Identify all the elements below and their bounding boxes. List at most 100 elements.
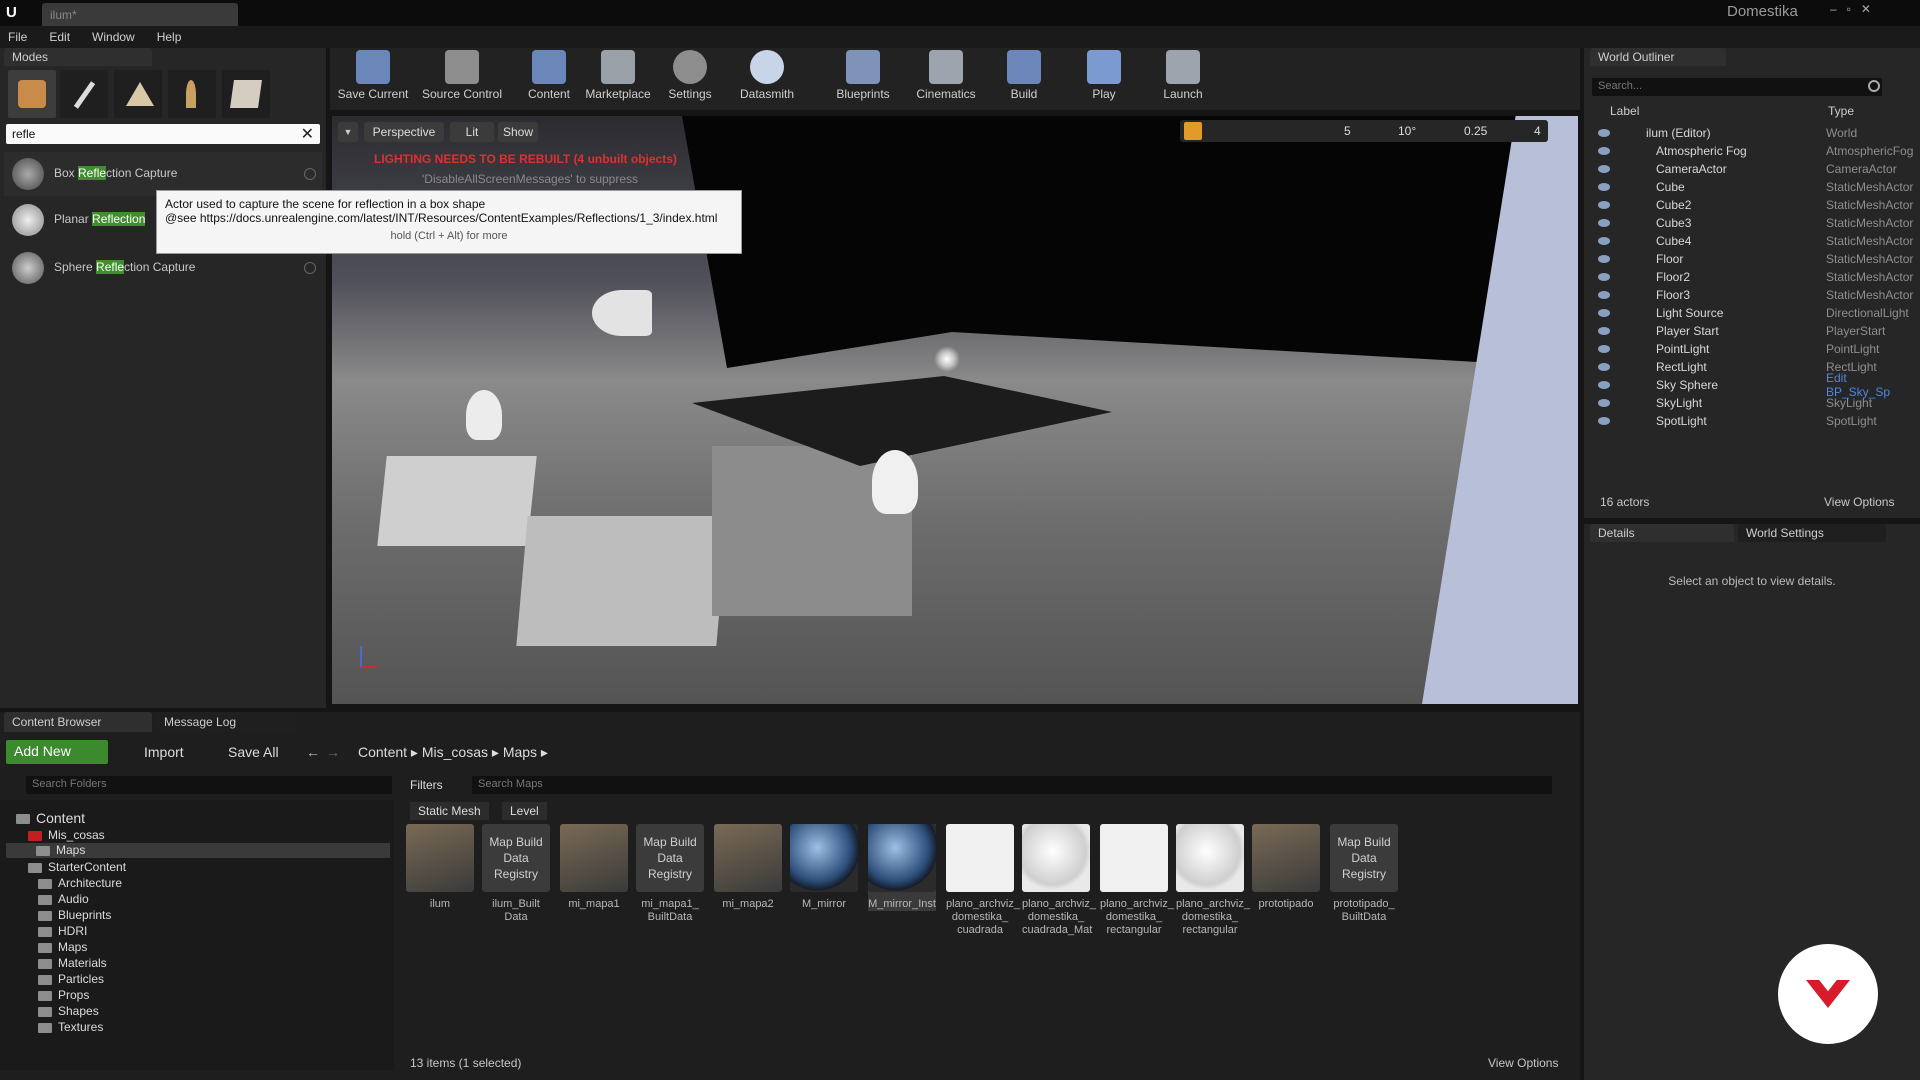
outliner-row[interactable]: Cube StaticMeshActor: [1584, 178, 1914, 196]
tree-item-hdri[interactable]: HDRI: [38, 924, 87, 938]
tree-item-maps[interactable]: Maps: [38, 940, 87, 954]
tree-item-starter-content[interactable]: StarterContent: [28, 860, 126, 874]
tree-item-content[interactable]: Content: [16, 810, 85, 826]
tree-item-shapes[interactable]: Shapes: [38, 1004, 99, 1018]
asset-tile[interactable]: mi_mapa1: [560, 824, 628, 911]
visibility-eye-icon[interactable]: [1598, 147, 1610, 155]
camera-speed-value[interactable]: 4: [1534, 124, 1541, 138]
filter-chip-static-mesh[interactable]: Static Mesh: [410, 802, 489, 820]
cinematics-button[interactable]: Cinematics: [912, 50, 980, 106]
viewport-options-button[interactable]: ▼: [338, 122, 358, 142]
tree-item-props[interactable]: Props: [38, 988, 89, 1002]
visibility-eye-icon[interactable]: [1598, 129, 1610, 137]
visibility-eye-icon[interactable]: [1598, 183, 1610, 191]
menu-file[interactable]: File: [8, 30, 27, 44]
modes-search-field[interactable]: refle ✕: [6, 124, 320, 144]
rotation-snap-value[interactable]: 10°: [1398, 124, 1416, 138]
breadcrumb-maps[interactable]: Maps: [503, 744, 537, 760]
settings-button[interactable]: Settings: [660, 50, 720, 106]
asset-tile[interactable]: plano_archviz_ domestika_ rectangular: [1100, 824, 1174, 937]
outliner-row[interactable]: Floor3 StaticMeshActor: [1584, 286, 1914, 304]
tree-item-mis-cosas[interactable]: Mis_cosas: [28, 828, 105, 842]
launch-button[interactable]: Launch: [1158, 50, 1208, 106]
search-folders-input[interactable]: Search Folders: [26, 776, 392, 794]
world-settings-tab[interactable]: World Settings: [1738, 524, 1886, 542]
asset-tile[interactable]: ilum: [406, 824, 474, 911]
mode-paint-button[interactable]: [60, 70, 108, 118]
visibility-eye-icon[interactable]: [1598, 345, 1610, 353]
tree-item-particles[interactable]: Particles: [38, 972, 104, 986]
outliner-row[interactable]: Cube3 StaticMeshActor: [1584, 214, 1914, 232]
level-tab[interactable]: ilum*: [42, 3, 238, 26]
asset-tile[interactable]: M_mirror_Inst: [868, 824, 936, 911]
content-view-options-button[interactable]: View Options: [1488, 1056, 1558, 1070]
perspective-button[interactable]: Perspective: [364, 122, 444, 142]
visibility-eye-icon[interactable]: [1598, 165, 1610, 173]
visibility-eye-icon[interactable]: [1598, 237, 1610, 245]
outliner-row[interactable]: Floor StaticMeshActor: [1584, 250, 1914, 268]
mode-place-button[interactable]: [8, 70, 56, 118]
asset-tile[interactable]: plano_archviz_ domestika_ rectangular: [1176, 824, 1250, 937]
content-browser-tab[interactable]: Content Browser: [4, 712, 152, 732]
show-button[interactable]: Show: [498, 122, 538, 142]
breadcrumb-content[interactable]: Content: [358, 744, 407, 760]
help-icon[interactable]: [304, 262, 316, 274]
modes-tab[interactable]: Modes: [4, 48, 152, 66]
datasmith-button[interactable]: Datasmith: [732, 50, 802, 106]
filter-chip-level[interactable]: Level: [502, 802, 547, 820]
tree-item-audio[interactable]: Audio: [38, 892, 89, 906]
outliner-row[interactable]: Player Start PlayerStart: [1584, 322, 1914, 340]
menu-window[interactable]: Window: [92, 30, 135, 44]
blueprints-button[interactable]: Blueprints: [830, 50, 896, 106]
outliner-row[interactable]: Cube2 StaticMeshActor: [1584, 196, 1914, 214]
domestika-badge-icon[interactable]: [1778, 944, 1878, 1044]
menu-help[interactable]: Help: [157, 30, 182, 44]
outliner-row[interactable]: SkyLight SkyLight: [1584, 394, 1914, 412]
visibility-eye-icon[interactable]: [1598, 417, 1610, 425]
breadcrumb-mis-cosas[interactable]: Mis_cosas: [422, 744, 488, 760]
search-maps-input[interactable]: Search Maps: [472, 776, 1552, 794]
visibility-eye-icon[interactable]: [1598, 291, 1610, 299]
lit-button[interactable]: Lit: [450, 122, 494, 142]
window-controls[interactable]: –▫✕: [1830, 2, 1914, 16]
message-log-tab[interactable]: Message Log: [156, 712, 296, 732]
marketplace-button[interactable]: Marketplace: [582, 50, 654, 106]
details-tab[interactable]: Details: [1590, 524, 1734, 542]
menu-edit[interactable]: Edit: [49, 30, 70, 44]
build-button[interactable]: Build: [1000, 50, 1048, 106]
filters-button[interactable]: Filters: [410, 778, 443, 792]
import-button[interactable]: Import: [144, 744, 184, 760]
content-button[interactable]: Content: [522, 50, 576, 106]
tree-item-materials[interactable]: Materials: [38, 956, 107, 970]
visibility-eye-icon[interactable]: [1598, 381, 1610, 389]
asset-tile[interactable]: mi_mapa2: [714, 824, 782, 911]
asset-tile[interactable]: plano_archviz_ domestika_ cuadrada_Mat: [1022, 824, 1096, 937]
translate-tool-icon[interactable]: [1184, 122, 1202, 140]
help-icon[interactable]: [304, 168, 316, 180]
outliner-row[interactable]: PointLight PointLight: [1584, 340, 1914, 358]
clear-search-icon[interactable]: ✕: [301, 124, 314, 144]
view-options-button[interactable]: View Options: [1824, 495, 1894, 509]
outliner-search-input[interactable]: Search...: [1592, 78, 1882, 96]
outliner-row[interactable]: ilum (Editor) World: [1584, 124, 1914, 142]
asset-tile[interactable]: Map Build Data Registry ilum_Built Data: [482, 824, 550, 924]
asset-tile[interactable]: Map Build Data Registry mi_mapa1_ BuiltDa…: [636, 824, 704, 924]
asset-tile[interactable]: Map Build Data Registry prototipado_ Buil…: [1330, 824, 1398, 924]
tree-item-architecture[interactable]: Architecture: [38, 876, 122, 890]
tree-item-maps-selected[interactable]: Maps: [6, 843, 390, 858]
visibility-eye-icon[interactable]: [1598, 309, 1610, 317]
save-current-button[interactable]: Save Current: [336, 50, 410, 106]
asset-tile[interactable]: plano_archviz_ domestika_ cuadrada: [946, 824, 1020, 937]
scale-snap-value[interactable]: 0.25: [1464, 124, 1487, 138]
col-label-header[interactable]: Label: [1610, 104, 1639, 118]
visibility-eye-icon[interactable]: [1598, 219, 1610, 227]
asset-tile[interactable]: prototipado: [1252, 824, 1320, 911]
source-control-button[interactable]: Source Control: [418, 50, 506, 106]
tree-item-textures[interactable]: Textures: [38, 1020, 103, 1034]
outliner-row[interactable]: Floor2 StaticMeshActor: [1584, 268, 1914, 286]
col-type-header[interactable]: Type: [1828, 104, 1854, 118]
mode-foliage-button[interactable]: [168, 70, 216, 118]
outliner-row[interactable]: Sky Sphere Edit BP_Sky_Sp: [1584, 371, 1914, 399]
outliner-row[interactable]: CameraActor CameraActor: [1584, 160, 1914, 178]
outliner-row[interactable]: Cube4 StaticMeshActor: [1584, 232, 1914, 250]
